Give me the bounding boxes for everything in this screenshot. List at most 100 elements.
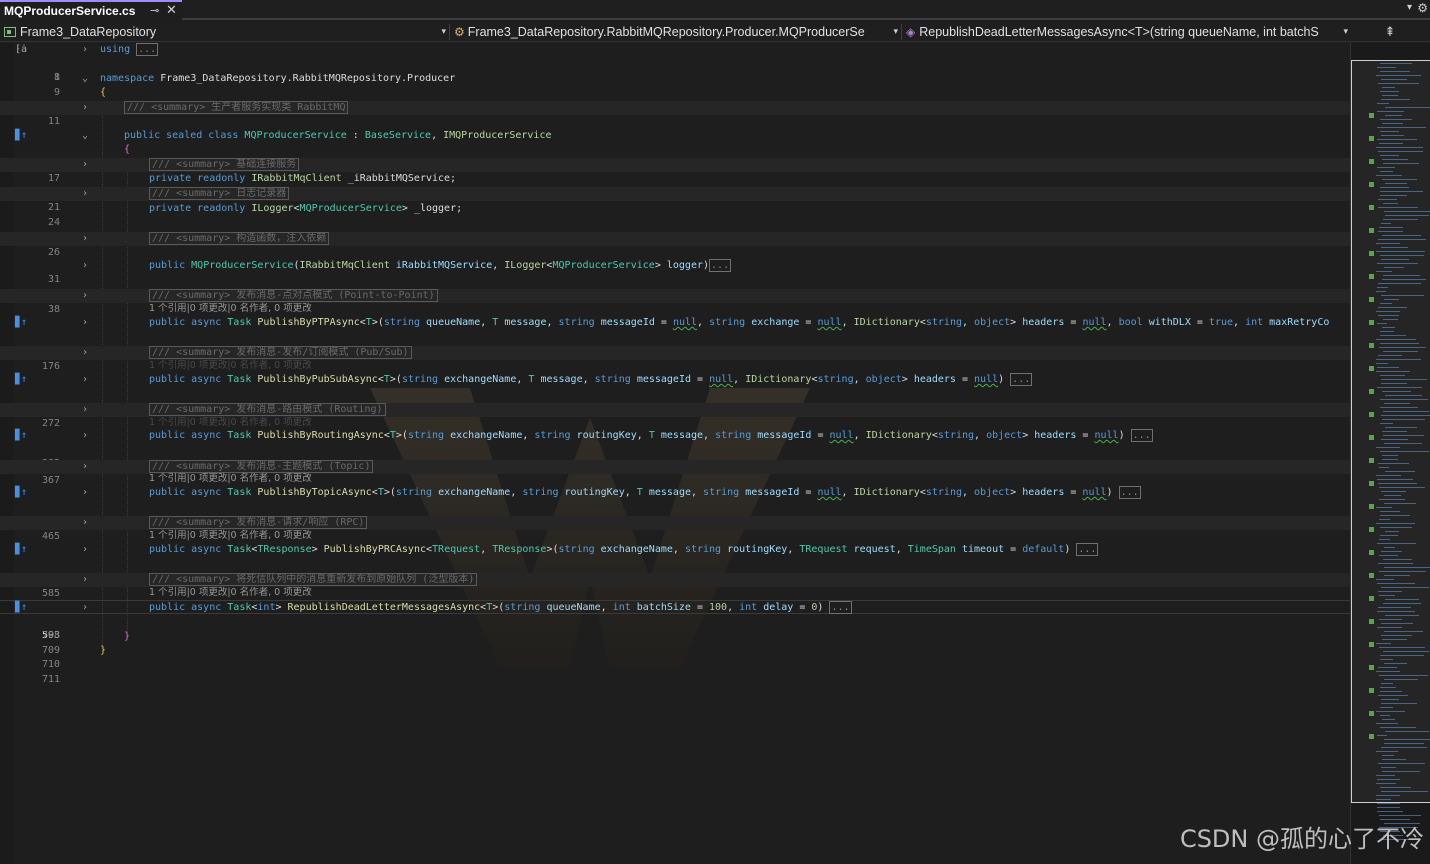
code-line[interactable]: ▊↑ 185 › public async Task PublishByPubS…	[0, 373, 1350, 413]
code-line[interactable]: 709 }	[0, 630, 1350, 656]
code-line[interactable]: ▊↑ 52 › public async Task PublishByPTPAs…	[0, 316, 1350, 356]
code-line[interactable]: 31 › public MQProducerService(IRabbitMqC…	[0, 259, 1350, 285]
expand-chevron-icon[interactable]: ›	[82, 601, 88, 615]
expand-chevron-icon[interactable]: ›	[82, 101, 88, 115]
codelens-info[interactable]: 1 个引用|0 项更改|0 名作者, 0 项更改	[149, 472, 312, 486]
implements-icon[interactable]: ▊↑	[15, 373, 27, 387]
collapsed-region[interactable]: ...	[1076, 543, 1099, 556]
collapse-chevron-icon[interactable]: ⌄	[82, 72, 88, 86]
code-line[interactable]: ▊↑ 15 ⌄ public sealed class MQProducerSe…	[0, 129, 1350, 169]
code-line[interactable]: 26 › /// <summary> 构造函数，注入依赖	[0, 232, 1350, 258]
code-line[interactable]: 20 private readonly IRabbitMqClient _iRa…	[0, 172, 1350, 198]
collapsed-region[interactable]: ...	[1130, 429, 1153, 442]
code-line[interactable]: 17 › /// <summary> 基础连接服务	[0, 158, 1350, 184]
code-line[interactable]: 11 › /// <summary> 生产者服务实现类 RabbitMQ	[0, 101, 1350, 127]
code-line[interactable]: 21 › /// <summary> 日志记录器	[0, 187, 1350, 213]
implements-icon[interactable]: ▊↑	[15, 601, 27, 615]
expand-chevron-icon[interactable]: ›	[82, 573, 88, 587]
expand-chevron-icon[interactable]: ›	[82, 43, 88, 57]
codelens-info[interactable]: 1 个引用|0 项更改|0 名作者, 0 项更改	[149, 529, 312, 543]
minimap-line	[1383, 319, 1398, 320]
expand-chevron-icon[interactable]: ›	[82, 543, 88, 557]
implements-icon[interactable]: ▊↑	[15, 129, 27, 143]
collapsed-summary[interactable]: /// <summary> 日志记录器	[149, 187, 290, 200]
code-line[interactable]: 25	[0, 216, 1350, 242]
code-line[interactable]: 10 {	[0, 86, 1350, 112]
minimap-line	[1376, 243, 1400, 244]
member-dropdown[interactable]: ◈ RepublishDeadLetterMessagesAsync<T>(st…	[902, 22, 1350, 42]
implements-icon[interactable]: ▊↑	[15, 316, 27, 330]
code-line[interactable]: 176 › /// <summary> 发布消息-发布/订阅模式 (Pub/Su…	[0, 346, 1350, 372]
code-line[interactable]: 271	[0, 388, 1350, 414]
code-line[interactable]: 708	[0, 615, 1350, 641]
code-line[interactable]: ⁅ȧ 1 › using ...	[0, 43, 1350, 83]
collapsed-region[interactable]: ...	[136, 43, 159, 56]
code-line[interactable]: 585 › /// <summary> 将死信队列中的消息重新发布到原始队列 (…	[0, 573, 1350, 599]
quick-action-icon[interactable]: ⁅ȧ	[15, 43, 27, 57]
code-line[interactable]: 366	[0, 444, 1350, 470]
collapse-chevron-icon[interactable]: ⌄	[82, 129, 88, 143]
code-line[interactable]: 465 › /// <summary> 发布消息-请求/响应 (RPC)	[0, 516, 1350, 542]
codelens-info[interactable]: 1 个引用|0 项更改|0 名作者, 0 项更改	[149, 586, 312, 600]
collapsed-summary[interactable]: /// <summary> 发布消息-发布/订阅模式 (Pub/Sub)	[149, 346, 412, 359]
code-line[interactable]: 16 {	[0, 143, 1350, 169]
codelens-info[interactable]: 1 个引用|0 项更改|0 名作者, 0 项更改	[149, 359, 312, 373]
expand-chevron-icon[interactable]: ›	[82, 259, 88, 273]
expand-chevron-icon[interactable]: ›	[82, 516, 88, 530]
code-line[interactable]: 38 › /// <summary> 发布消息-点对点模式 (Point-to-…	[0, 289, 1350, 315]
collapsed-summary[interactable]: /// <summary> 构造函数，注入依赖	[149, 232, 330, 245]
code-line[interactable]: ▊↑ 475 › public async Task<TResponse> Pu…	[0, 543, 1350, 583]
code-line[interactable]: ▊↑ 282 › public async Task PublishByRout…	[0, 429, 1350, 469]
minimap-line	[1378, 463, 1409, 464]
codelens-info[interactable]: 1 个引用|0 项更改|0 名作者, 0 项更改	[149, 416, 312, 430]
expand-chevron-icon[interactable]: ›	[82, 403, 88, 417]
implements-icon[interactable]: ▊↑	[15, 543, 27, 557]
collapsed-summary[interactable]: /// <summary> 发布消息-点对点模式 (Point-to-Point…	[149, 289, 438, 302]
collapsed-summary[interactable]: /// <summary> 基础连接服务	[149, 158, 300, 171]
code-line[interactable]: 37	[0, 274, 1350, 300]
collapsed-region[interactable]: ...	[1118, 486, 1141, 499]
change-marker	[1369, 458, 1374, 463]
code-line[interactable]: 175	[0, 331, 1350, 357]
expand-chevron-icon[interactable]: ›	[82, 158, 88, 172]
code-line[interactable]: 711	[0, 659, 1350, 685]
implements-icon[interactable]: ▊↑	[15, 486, 27, 500]
collapsed-summary[interactable]: /// <summary> 发布消息-路由模式 (Routing)	[149, 403, 386, 416]
collapsed-region[interactable]: ...	[1010, 373, 1033, 386]
close-icon[interactable]: ✕	[166, 3, 177, 18]
implements-icon[interactable]: ▊↑	[15, 429, 27, 443]
collapsed-region[interactable]: ...	[709, 259, 732, 272]
tab-list-dropdown-icon[interactable]: ▾	[1407, 2, 1412, 13]
codelens-info[interactable]: 1 个引用|0 项更改|0 名作者, 0 项更改	[149, 302, 312, 316]
code-line[interactable]: 272 › /// <summary> 发布消息-路由模式 (Routing)	[0, 403, 1350, 429]
code-editor[interactable]: ⁅ȧ 1 › using ... 8 9 ⌄ namespace Frame3_…	[0, 43, 1350, 864]
expand-chevron-icon[interactable]: ›	[82, 316, 88, 330]
code-line[interactable]: 584	[0, 558, 1350, 584]
minimap-scrollbar[interactable]	[1350, 43, 1430, 864]
expand-chevron-icon[interactable]: ›	[82, 486, 88, 500]
expand-chevron-icon[interactable]: ›	[82, 373, 88, 387]
code-line[interactable]: 9 ⌄ namespace Frame3_DataRepository.Rabb…	[0, 72, 1350, 98]
document-tab[interactable]: MQProducerService.cs ⊸ ✕	[0, 0, 182, 20]
collapsed-summary[interactable]: /// <summary> 发布消息-请求/响应 (RPC)	[149, 516, 368, 529]
expand-chevron-icon[interactable]: ›	[82, 232, 88, 246]
project-dropdown[interactable]: Frame3_DataRepository ▾	[0, 22, 448, 42]
code-line[interactable]: 8	[0, 57, 1350, 83]
expand-chevron-icon[interactable]: ›	[82, 346, 88, 360]
expand-chevron-icon[interactable]: ›	[82, 187, 88, 201]
current-code-line[interactable]: ▊↑ 593 › public async Task<int> Republis…	[0, 600, 1350, 641]
collapsed-summary[interactable]: /// <summary> 将死信队列中的消息重新发布到原始队列 (泛型版本)	[149, 573, 478, 586]
change-marker	[1369, 481, 1374, 486]
gear-icon[interactable]: ⚙	[1417, 1, 1428, 15]
expand-chevron-icon[interactable]: ›	[82, 289, 88, 303]
type-dropdown[interactable]: ⚙ Frame3_DataRepository.RabbitMQReposito…	[450, 22, 900, 42]
code-line[interactable]: 710 }	[0, 644, 1350, 670]
code-line[interactable]: 464	[0, 501, 1350, 527]
pin-icon[interactable]: ⊸	[150, 4, 159, 17]
collapsed-region[interactable]: ...	[829, 601, 852, 614]
expand-chevron-icon[interactable]: ›	[82, 429, 88, 443]
split-window-icon[interactable]: ⇞	[1350, 22, 1430, 42]
code-line[interactable]: 24 private readonly ILogger<MQProducerSe…	[0, 202, 1350, 228]
code-line[interactable]: ▊↑ 377 › public async Task PublishByTopi…	[0, 486, 1350, 526]
collapsed-summary[interactable]: /// <summary> 生产者服务实现类 RabbitMQ	[124, 101, 349, 114]
